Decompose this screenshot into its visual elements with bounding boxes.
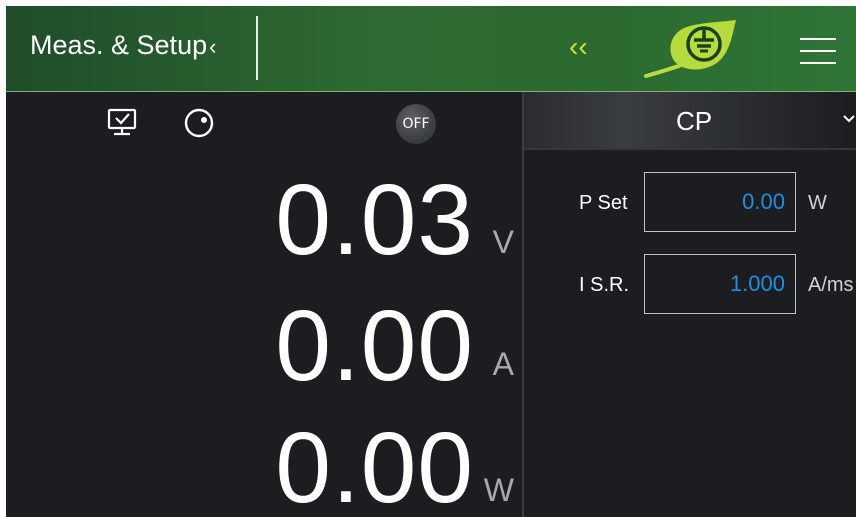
mode-dropdown[interactable]: CP [524, 92, 856, 150]
voltage-unit: V [492, 224, 514, 260]
p-set-unit: W [808, 192, 827, 214]
power-readout: 0.00 W [6, 418, 522, 517]
mode-label: CP [676, 106, 713, 136]
chevron-left-icon: ‹ [209, 34, 217, 59]
measurement-panel: OFF 0.03 V 0.00 A 0.00 W [6, 92, 522, 517]
current-value: 0.00 [275, 290, 474, 402]
power-value: 0.00 [275, 412, 474, 517]
voltage-readout: 0.03 V [6, 170, 522, 280]
current-readout: 0.00 A [6, 296, 522, 406]
isr-unit: A/ms [808, 274, 854, 296]
p-set-field[interactable]: 0.00 [644, 172, 796, 232]
setup-panel: CP P Set 0.00 W I S.R. 1.000 A/ms [522, 92, 856, 517]
page-title-button[interactable]: Meas. & Setup‹ [30, 30, 216, 61]
app-screen: Meas. & Setup‹ ‹‹ OFF 0.03 V 0.00 A 0.00… [6, 6, 856, 517]
header-bar: Meas. & Setup‹ ‹‹ [6, 6, 856, 92]
isr-field[interactable]: 1.000 [644, 254, 796, 314]
p-set-value: 0.00 [742, 189, 785, 214]
power-unit: W [483, 472, 514, 508]
eco-leaf-logo-icon [644, 20, 736, 78]
knob-icon[interactable] [182, 106, 216, 140]
p-set-label: P Set [579, 192, 628, 214]
current-unit: A [492, 346, 514, 382]
output-off-button[interactable]: OFF [396, 104, 436, 144]
page-title: Meas. & Setup [30, 30, 208, 60]
voltage-value: 0.03 [275, 164, 474, 276]
hamburger-menu-icon[interactable] [800, 38, 836, 64]
header-divider [256, 16, 258, 80]
isr-value: 1.000 [729, 271, 785, 296]
isr-label: I S.R. [579, 274, 630, 296]
monitor-icon[interactable] [106, 108, 138, 138]
chevron-down-icon [843, 115, 855, 123]
collapse-arrows-button[interactable]: ‹‹ [569, 32, 588, 62]
